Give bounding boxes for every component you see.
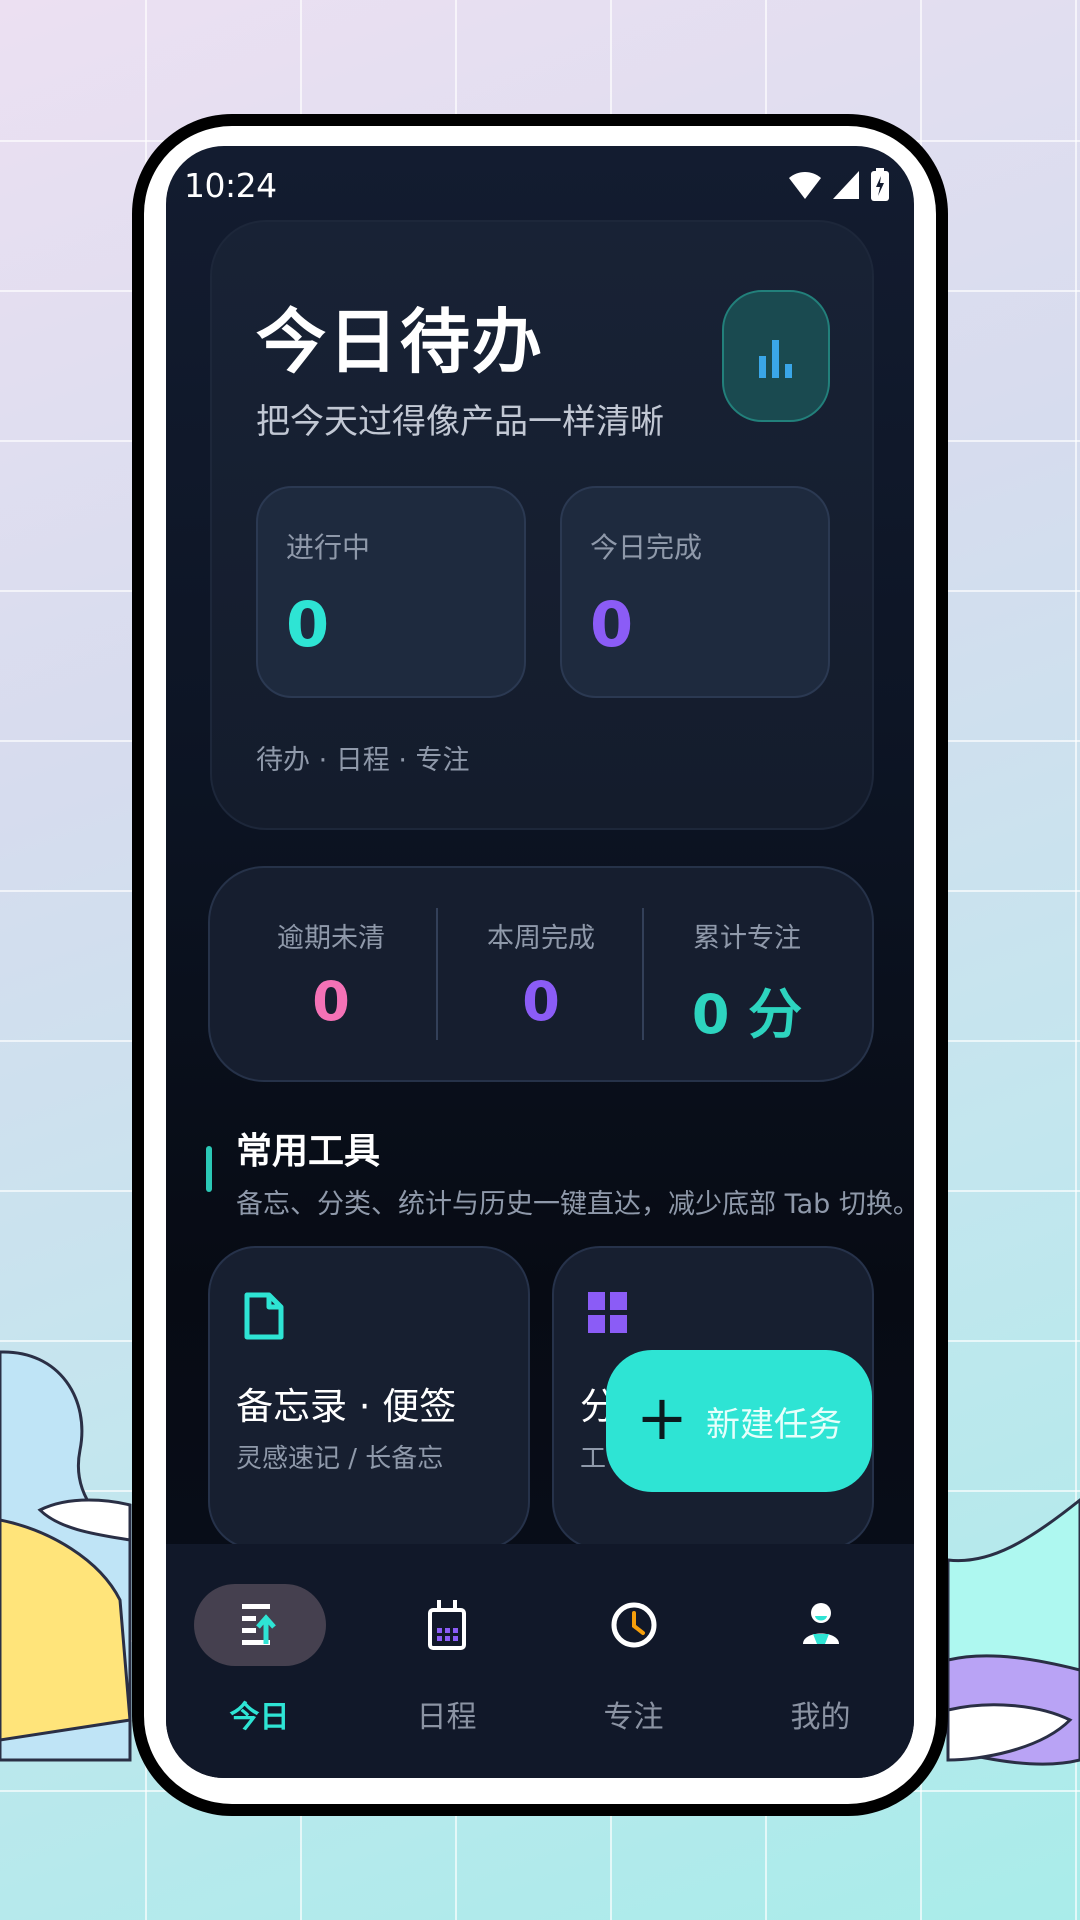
focus-total-value: 0 分 <box>691 983 803 1046</box>
overdue-count: 0 <box>312 970 350 1033</box>
new-task-button[interactable]: + 新建任务 <box>606 1350 872 1492</box>
grid-icon <box>588 1292 627 1333</box>
memo-tool-subtitle: 灵感速记 / 长备忘 <box>236 1444 444 1474</box>
focus-total-label: 累计专注 <box>693 923 801 954</box>
summary-card: 逾期未清 0 本周完成 0 累计专注 0 分 <box>208 866 874 1082</box>
plus-icon: + <box>636 1381 688 1454</box>
signal-icon <box>833 171 859 199</box>
nav-label-focus: 专注 <box>603 1700 664 1735</box>
in-progress-label: 进行中 <box>286 531 371 564</box>
hero-footer: 待办 · 日程 · 专注 <box>256 745 470 776</box>
profile-icon <box>802 1603 839 1644</box>
done-today-card[interactable]: 今日完成 0 <box>560 486 830 698</box>
bar-chart-icon <box>759 340 792 378</box>
new-task-label: 新建任务 <box>705 1404 842 1445</box>
page-title: 今日待办 <box>256 301 544 383</box>
nav-item-today[interactable]: 今日 <box>166 1544 353 1778</box>
clock-icon <box>611 1602 656 1648</box>
focus-total-stat[interactable]: 累计专注 0 分 <box>644 868 850 1080</box>
done-today-count: 0 <box>590 588 634 661</box>
week-done-count: 0 <box>522 970 560 1033</box>
section-title: 常用工具 <box>236 1131 381 1172</box>
app-screen: 10:24 今日待办 把今天过得像产品一样清晰 进行中 0 今日完成 0 待办 … <box>166 146 914 1778</box>
wifi-icon <box>789 172 821 199</box>
nav-item-schedule[interactable]: 日程 <box>353 1544 540 1778</box>
battery-icon <box>871 168 889 201</box>
week-done-label: 本周完成 <box>487 923 595 954</box>
today-icon <box>241 1604 276 1645</box>
status-bar: 10:24 <box>184 160 890 210</box>
calendar-icon <box>427 1600 466 1650</box>
overdue-stat[interactable]: 逾期未清 0 <box>228 868 434 1080</box>
week-done-stat[interactable]: 本周完成 0 <box>438 868 644 1080</box>
status-time: 10:24 <box>184 166 277 205</box>
statistics-button[interactable] <box>722 290 830 422</box>
overdue-label: 逾期未清 <box>277 923 385 954</box>
nav-label-today: 今日 <box>229 1700 290 1735</box>
note-icon <box>244 1292 284 1340</box>
category-tool-subtitle: 工 <box>580 1444 607 1474</box>
nav-label-profile: 我的 <box>790 1700 851 1735</box>
section-subtitle: 备忘、分类、统计与历史一键直达，减少底部 Tab 切换。 <box>236 1189 914 1220</box>
done-today-label: 今日完成 <box>590 531 703 564</box>
page-subtitle: 把今天过得像产品一样清晰 <box>256 402 664 442</box>
in-progress-count: 0 <box>286 588 330 661</box>
section-accent-bar <box>206 1146 212 1192</box>
today-hero-card: 今日待办 把今天过得像产品一样清晰 进行中 0 今日完成 0 待办 · 日程 ·… <box>210 220 874 830</box>
memo-tool-title: 备忘录 · 便签 <box>236 1385 457 1428</box>
nav-item-profile[interactable]: 我的 <box>727 1544 914 1778</box>
bottom-nav: 今日 日程 专注 我的 <box>166 1544 914 1778</box>
in-progress-card[interactable]: 进行中 0 <box>256 486 526 698</box>
nav-item-focus[interactable]: 专注 <box>540 1544 727 1778</box>
nav-label-schedule: 日程 <box>416 1700 477 1735</box>
memo-tool-card[interactable]: 备忘录 · 便签 灵感速记 / 长备忘 <box>208 1246 530 1550</box>
